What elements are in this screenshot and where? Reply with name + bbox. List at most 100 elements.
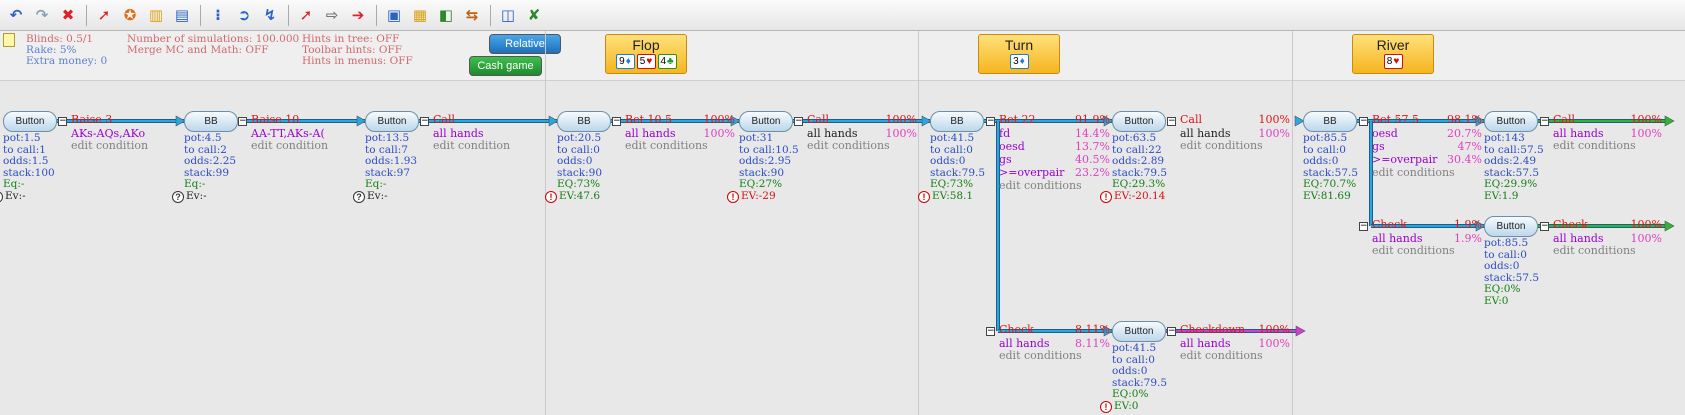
action-label[interactable]: Bet 10.5 <box>625 114 672 126</box>
edit-conditions-link[interactable]: edit conditions <box>625 140 708 152</box>
player-node-button[interactable]: Button <box>365 111 419 132</box>
edit-conditions-link[interactable]: edit conditions <box>999 180 1082 192</box>
condition-label[interactable]: gs <box>1372 141 1385 153</box>
action-label[interactable]: Check <box>1553 219 1588 231</box>
action-label[interactable]: Bet 22 <box>999 114 1036 126</box>
collapse-toggle[interactable]: − <box>58 117 67 126</box>
condition-frequency: 47% <box>1457 140 1482 153</box>
stat-ev: Ev:- <box>186 189 207 202</box>
help-icon[interactable]: ? <box>353 191 365 203</box>
terminal-arrow-icon[interactable] <box>1664 115 1675 127</box>
action-label[interactable]: Checkdown <box>1180 324 1245 336</box>
warning-icon[interactable]: ! <box>1100 401 1112 413</box>
collapse-toggle[interactable]: − <box>238 117 247 126</box>
action-frequency: 100% <box>1630 218 1662 231</box>
node-stats: pot:13.5 to call:7 odds:1.93 stack:97 Eq:- Ev… <box>365 132 417 203</box>
stat-ev: EV:1.9 <box>1484 189 1519 202</box>
terminal-arrow-icon[interactable] <box>1295 325 1306 337</box>
action-label[interactable]: Raise 3 <box>71 114 112 126</box>
stat-ev: EV:0 <box>1114 399 1139 412</box>
stat-ev: EV:0 <box>1484 294 1509 307</box>
collapse-toggle[interactable]: − <box>1167 117 1176 126</box>
action-label[interactable]: Call <box>1180 114 1202 126</box>
action-frequency: 8.11% <box>1075 323 1110 336</box>
condition-label[interactable]: fd <box>999 128 1010 140</box>
collapse-toggle[interactable]: − <box>986 117 995 126</box>
node-stats: pot:41.5 to call:0 odds:0 stack:79.5 EQ:73% E… <box>930 132 985 203</box>
action-frequency: 98.1% <box>1447 113 1482 126</box>
node-stats: pot:31 to call:10.5 odds:2.95 stack:90 EQ:27… <box>739 132 799 203</box>
edit-conditions-link[interactable]: edit conditions <box>1553 140 1636 152</box>
edit-conditions-link[interactable]: edit conditions <box>1553 245 1636 257</box>
edit-conditions-link[interactable]: edit conditions <box>807 140 890 152</box>
stat-pot: pot:85.5 <box>1484 237 1529 249</box>
node-stats: pot:85.5 to call:0 odds:0 stack:57.5 EQ:70.7… <box>1303 132 1358 203</box>
help-icon[interactable]: ? <box>172 191 184 203</box>
stat-pot: pot:143 <box>1484 132 1525 144</box>
condition-label[interactable]: oesd <box>1372 128 1398 140</box>
stat-pot: pot:1.5 <box>3 132 41 144</box>
edit-conditions-link[interactable]: edit conditions <box>1180 350 1263 362</box>
edit-conditions-link[interactable]: edit conditions <box>1372 167 1455 179</box>
action-frequency: 100% <box>703 113 735 126</box>
stat-pot: pot:4.5 <box>184 132 222 144</box>
tree-connections <box>57 115 1675 337</box>
condition-frequency: 30.4% <box>1447 153 1482 166</box>
warning-icon[interactable]: ! <box>918 191 930 203</box>
node-stats: pot:143 to call:57.5 odds:2.49 stack:57.5 EQ… <box>1484 132 1544 203</box>
node-stats: pot:4.5 to call:2 odds:2.25 stack:99 Eq:- Ev:… <box>184 132 236 203</box>
collapse-toggle[interactable]: − <box>612 117 621 126</box>
terminal-arrow-icon[interactable] <box>1664 220 1675 232</box>
edit-conditions-link[interactable]: edit condition <box>251 140 328 152</box>
condition-label[interactable]: oesd <box>999 141 1025 153</box>
stat-ev: EV:58.1 <box>932 189 974 202</box>
condition-frequency: 23.2% <box>1075 166 1110 179</box>
condition-label[interactable]: >=overpair <box>999 167 1064 179</box>
edit-conditions-link[interactable]: edit conditions <box>999 350 1082 362</box>
stat-ev: Ev:- <box>5 189 26 202</box>
stat-pot: pot:63.5 <box>1112 132 1157 144</box>
action-label[interactable]: Call <box>433 114 455 126</box>
edit-conditions-link[interactable]: edit conditions <box>1372 245 1455 257</box>
warning-icon[interactable]: ! <box>545 191 557 203</box>
action-label[interactable]: Bet 57.5 <box>1372 114 1419 126</box>
condition-frequency: 14.4% <box>1075 127 1110 140</box>
condition-label[interactable]: gs <box>999 154 1012 166</box>
collapse-toggle[interactable]: − <box>794 117 803 126</box>
condition-label[interactable]: >=overpair <box>1372 154 1437 166</box>
player-node-button[interactable]: Button <box>3 111 57 132</box>
condition-frequency: 20.7% <box>1447 127 1482 140</box>
warning-icon[interactable]: ! <box>1100 191 1112 203</box>
action-frequency: 100% <box>1630 113 1662 126</box>
player-node-button[interactable]: Button <box>739 111 793 132</box>
player-node-button[interactable]: Button <box>1112 111 1166 132</box>
edit-conditions-link[interactable]: edit conditions <box>1180 140 1263 152</box>
edit-conditions-link[interactable]: edit condition <box>71 140 148 152</box>
action-label[interactable]: Call <box>1553 114 1575 126</box>
player-node-button[interactable]: BB <box>184 111 238 132</box>
collapse-toggle[interactable]: − <box>420 117 429 126</box>
collapse-toggle[interactable]: − <box>1167 327 1176 336</box>
player-node-button[interactable]: BB <box>930 111 984 132</box>
collapse-toggle[interactable]: − <box>1540 222 1549 231</box>
warning-icon[interactable]: ! <box>727 191 739 203</box>
stat-ev: Ev:- <box>367 189 388 202</box>
collapse-toggle[interactable]: − <box>1540 117 1549 126</box>
action-label[interactable]: Call <box>807 114 829 126</box>
collapse-toggle[interactable]: − <box>1359 222 1368 231</box>
node-stats: pot:41.5 to call:0 odds:0 stack:79.5 EQ:0% EV… <box>1112 342 1167 413</box>
stat-ev: EV:-29 <box>741 189 776 202</box>
edit-conditions-link[interactable]: edit condition <box>433 140 510 152</box>
action-label[interactable]: Check <box>999 324 1034 336</box>
player-node-button[interactable]: Button <box>1484 111 1538 132</box>
player-node-button[interactable]: Button <box>1112 321 1166 342</box>
player-node-button[interactable]: BB <box>1303 111 1357 132</box>
collapse-toggle[interactable]: − <box>986 327 995 336</box>
stat-ev: EV:81.69 <box>1303 189 1351 202</box>
action-label[interactable]: Raise 10 <box>251 114 299 126</box>
stat-pot: pot:31 <box>739 132 774 144</box>
player-node-button[interactable]: BB <box>557 111 611 132</box>
collapse-toggle[interactable]: − <box>1359 117 1368 126</box>
action-label[interactable]: Check <box>1372 219 1407 231</box>
player-node-button[interactable]: Button <box>1484 216 1538 237</box>
